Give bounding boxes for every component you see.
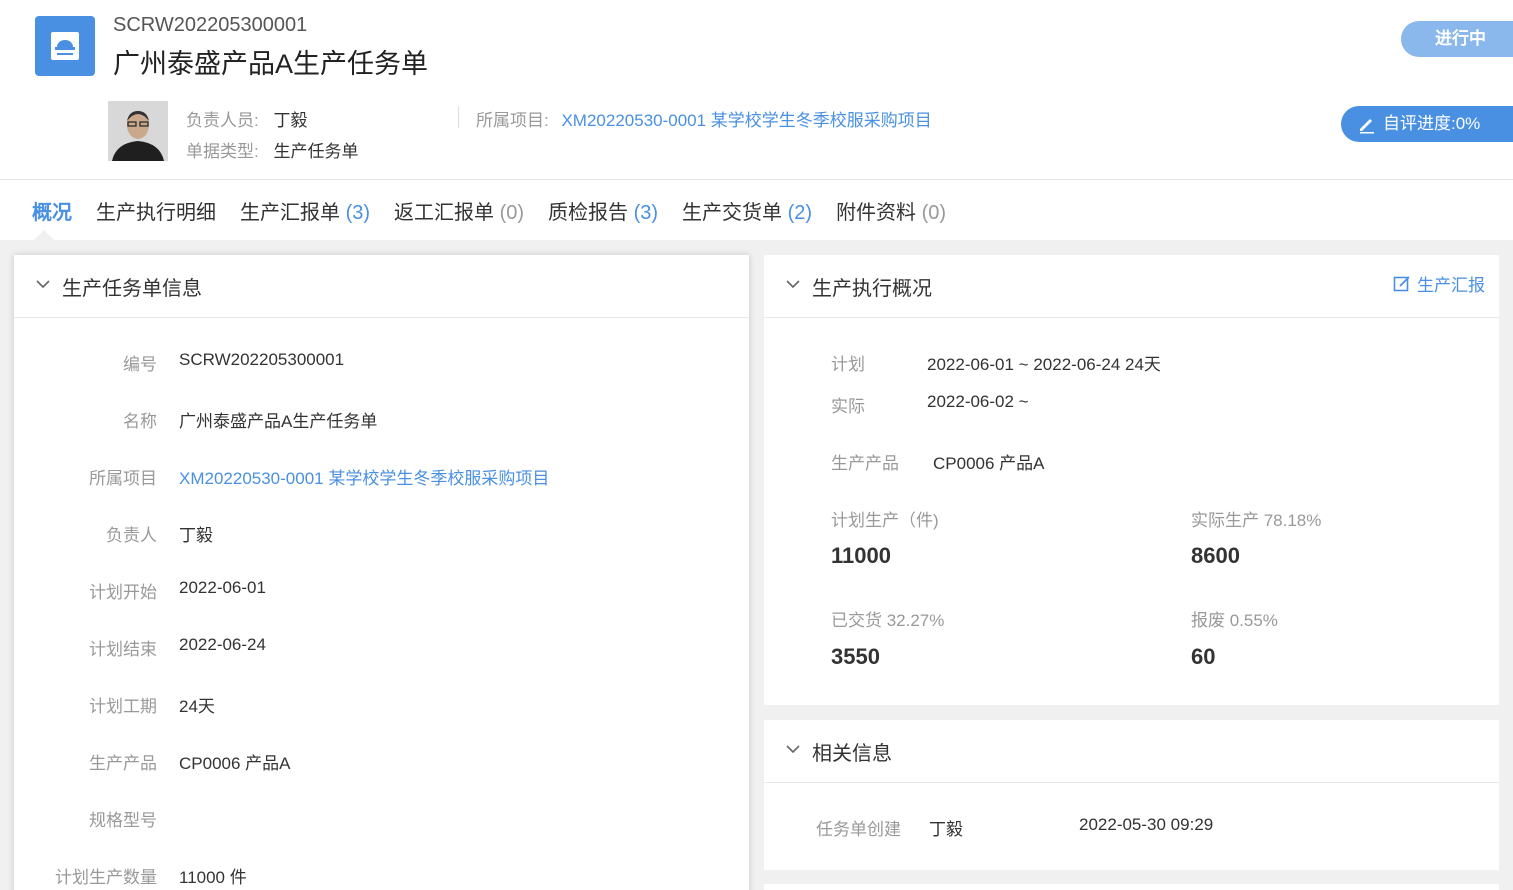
actual-value: 2022-06-02 ~ (927, 392, 1029, 411)
field-value: SCRW202205300001 (179, 350, 345, 369)
task-info-card: 生产任务单信息 编号 SCRW202205300001 名称 广州泰盛产品A生产… (14, 255, 749, 890)
field-label: 计划工期 (89, 697, 157, 716)
self-progress-button[interactable]: 自评进度:0% (1341, 106, 1513, 142)
edit-icon (1393, 275, 1410, 291)
exec-overview-header[interactable]: 生产执行概况 生产汇报 (764, 255, 1499, 318)
task-info-header[interactable]: 生产任务单信息 (14, 255, 749, 318)
event-label: 任务单创建 (816, 820, 901, 839)
field-label: 计划生产数量 (55, 868, 157, 887)
field-value: 11000 件 (179, 868, 247, 887)
doctype-label: 单据类型: (186, 142, 259, 161)
doctype-value: 生产任务单 (273, 142, 359, 161)
tab-attachments[interactable]: 附件资料 (0) (836, 196, 946, 225)
field-label: 名称 (123, 412, 157, 431)
actual-qty-value: 8600 (1191, 543, 1240, 568)
tab-bar: 概况 生产执行明细 生产汇报单 (3) 返工汇报单 (0) 质检报告 (3) 生… (32, 196, 970, 225)
plan-label: 计划 (831, 355, 865, 374)
edit-icon (1360, 119, 1374, 134)
page-title: 广州泰盛产品A生产任务单 (113, 49, 429, 79)
related-info-header[interactable]: 相关信息 (764, 720, 1499, 783)
scrap-label: 报废 0.55% (1191, 611, 1278, 630)
status-badge: 进行中 (1401, 21, 1513, 57)
next-card-edge (764, 884, 1499, 890)
chevron-down-icon (36, 280, 50, 289)
owner-label: 负责人员: (186, 111, 259, 130)
field-label: 负责人 (106, 526, 157, 545)
doctype-meta: 单据类型: 生产任务单 (186, 137, 358, 162)
delivered-value: 3550 (831, 644, 880, 669)
avatar (108, 101, 168, 161)
owner-meta: 负责人员: 丁毅 (186, 106, 307, 131)
field-label: 编号 (123, 355, 157, 374)
field-value: 2022-06-24 (179, 635, 266, 654)
event-person: 丁毅 (929, 820, 963, 839)
related-info-card: 相关信息 任务单创建 丁毅 2022-05-30 09:29 (764, 720, 1499, 870)
event-time: 2022-05-30 09:29 (1079, 815, 1214, 834)
tab-rework[interactable]: 返工汇报单 (0) (394, 196, 524, 225)
task-info-title: 生产任务单信息 (62, 277, 202, 300)
exec-overview-title: 生产执行概况 (812, 277, 932, 300)
exec-overview-card: 生产执行概况 生产汇报 计划 2022-06-01 ~ 2022-06-24 2… (764, 255, 1499, 705)
field-label: 计划开始 (89, 583, 157, 602)
field-value: 丁毅 (179, 526, 213, 545)
task-logo (35, 16, 95, 76)
project-link[interactable]: XM20220530-0001 某学校学生冬季校服采购项目 (561, 111, 931, 130)
field-label: 所属项目 (89, 469, 157, 488)
tab-qc[interactable]: 质检报告 (3) (548, 196, 658, 225)
field-label: 规格型号 (89, 811, 157, 830)
meta-divider (458, 106, 459, 128)
planned-qty-label: 计划生产（件) (831, 511, 939, 530)
actual-qty-label: 实际生产 78.18% (1191, 511, 1322, 530)
field-value: 广州泰盛产品A生产任务单 (179, 412, 378, 431)
project-label: 所属项目: (476, 111, 549, 130)
scrap-value: 60 (1191, 644, 1216, 669)
field-label: 计划结束 (89, 640, 157, 659)
project-meta: 所属项目: XM20220530-0001 某学校学生冬季校服采购项目 (476, 106, 932, 131)
tab-delivery[interactable]: 生产交货单 (2) (682, 196, 812, 225)
field-label: 生产产品 (89, 754, 157, 773)
tab-reports[interactable]: 生产汇报单 (3) (240, 196, 370, 225)
product-value: CP0006 产品A (933, 454, 1045, 473)
product-label: 生产产品 (831, 454, 899, 473)
delivered-label: 已交货 32.27% (831, 611, 945, 630)
planned-qty-value: 11000 (831, 543, 891, 568)
active-tab-caret (34, 230, 54, 240)
field-value: CP0006 产品A (179, 754, 291, 773)
tab-exec-detail[interactable]: 生产执行明细 (96, 196, 216, 225)
chevron-down-icon (786, 745, 800, 754)
task-code: SCRW202205300001 (113, 14, 308, 36)
header-divider (0, 179, 1513, 180)
tab-overview[interactable]: 概况 (32, 196, 72, 225)
field-value: 24天 (179, 697, 215, 716)
related-info-title: 相关信息 (812, 742, 892, 765)
helmet-icon (51, 32, 79, 60)
production-report-button[interactable]: 生产汇报 (1393, 271, 1485, 296)
header-area: SCRW202205300001 广州泰盛产品A生产任务单 进行中 自评进度:0… (0, 0, 1513, 240)
chevron-down-icon (786, 280, 800, 289)
field-value: 2022-06-01 (179, 578, 266, 597)
plan-value: 2022-06-01 ~ 2022-06-24 24天 (927, 355, 1161, 374)
self-progress-label: 自评进度:0% (1383, 114, 1481, 133)
production-report-label: 生产汇报 (1417, 276, 1485, 295)
project-field-link[interactable]: XM20220530-0001 某学校学生冬季校服采购项目 (179, 464, 549, 489)
actual-label: 实际 (831, 397, 865, 416)
owner-value: 丁毅 (273, 111, 308, 130)
